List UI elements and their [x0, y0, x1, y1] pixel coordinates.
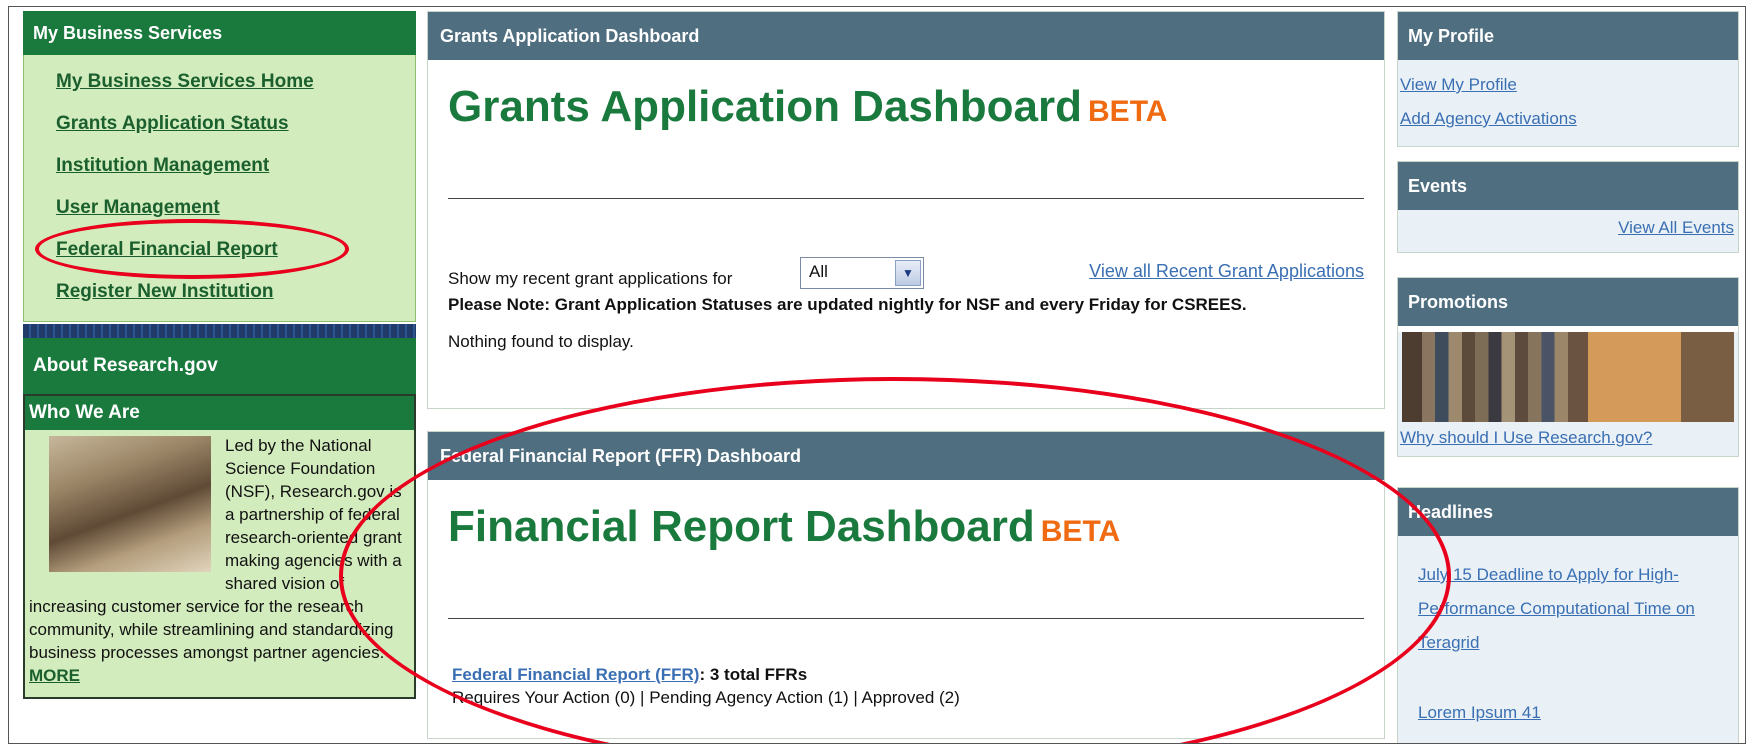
headline-item[interactable]: July 15 Deadline to Apply for High-Perfo… [1418, 558, 1718, 660]
left-column: My Business Services My Business Service… [23, 11, 416, 699]
view-all-events-link[interactable]: View All Events [1402, 218, 1734, 238]
headlines-header: Headlines [1398, 488, 1738, 536]
divider [448, 198, 1364, 199]
beta-badge: BETA [1040, 515, 1121, 548]
grants-dashboard-panel: Grants Application Dashboard Grants Appl… [427, 11, 1385, 409]
business-services-menu: My Business Services Home Grants Applica… [23, 55, 416, 322]
my-profile-header: My Profile [1398, 12, 1738, 60]
why-use-research-gov-link[interactable]: Why should I Use Research.gov? [1398, 428, 1738, 448]
ffr-title-text: Financial Report Dashboard [448, 502, 1035, 551]
menu-item-register-new-institution[interactable]: Register New Institution [24, 271, 415, 313]
menu-item-business-services-home[interactable]: My Business Services Home [24, 61, 415, 103]
view-my-profile-link[interactable]: View My Profile [1400, 68, 1736, 102]
menu-item-grants-application-status[interactable]: Grants Application Status [24, 103, 415, 145]
menu-item-institution-management[interactable]: Institution Management [24, 145, 415, 187]
promotions-header: Promotions [1398, 278, 1738, 326]
decorative-stripe [23, 324, 416, 338]
menu-item-user-management[interactable]: User Management [24, 187, 415, 229]
my-profile-box: My Profile View My Profile Add Agency Ac… [1397, 11, 1739, 147]
ffr-dashboard-panel: Federal Financial Report (FFR) Dashboard… [427, 431, 1385, 739]
grants-panel-header: Grants Application Dashboard [428, 12, 1384, 60]
ffr-summary: Federal Financial Report (FFR): 3 total … [452, 663, 1360, 709]
who-we-are-box: Who We Are Led by the National Science F… [23, 394, 416, 699]
recent-apps-row: Show my recent grant applications for Al… [448, 257, 1364, 289]
recent-apps-select[interactable]: All ▼ [800, 257, 924, 289]
who-we-are-header: Who We Are [25, 394, 414, 430]
status-note: Please Note: Grant Application Statuses … [448, 295, 1247, 314]
show-recent-label: Show my recent grant applications for [448, 269, 733, 288]
menu-item-federal-financial-report[interactable]: Federal Financial Report [24, 229, 415, 271]
headlines-box: Headlines July 15 Deadline to Apply for … [1397, 487, 1739, 743]
business-services-header: My Business Services [23, 11, 416, 55]
grants-title: Grants Application Dashboard BETA [448, 82, 1384, 132]
more-link[interactable]: MORE [29, 666, 80, 685]
team-photo [49, 436, 211, 572]
add-agency-activations-link[interactable]: Add Agency Activations [1400, 102, 1736, 136]
grants-title-text: Grants Application Dashboard [448, 82, 1083, 131]
ffr-status-counts: Requires Your Action (0) | Pending Agenc… [452, 688, 960, 707]
about-header: About Research.gov [23, 338, 416, 394]
promotions-box: Promotions Why should I Use Research.gov… [1397, 277, 1739, 457]
ffr-panel-header: Federal Financial Report (FFR) Dashboard [428, 432, 1384, 480]
ffr-title: Financial Report Dashboard BETA [448, 502, 1384, 552]
select-value: All [809, 262, 828, 281]
chevron-down-icon[interactable]: ▼ [895, 260, 921, 286]
events-header: Events [1398, 162, 1738, 210]
empty-message: Nothing found to display. [448, 332, 634, 351]
events-box: Events View All Events [1397, 161, 1739, 253]
ffr-total: : 3 total FFRs [699, 665, 808, 684]
ffr-link[interactable]: Federal Financial Report (FFR) [452, 665, 699, 684]
view-all-recent-link[interactable]: View all Recent Grant Applications [1089, 261, 1364, 282]
page-frame: My Business Services My Business Service… [8, 6, 1746, 744]
divider [448, 618, 1364, 619]
who-we-are-body: Led by the National Science Foundation (… [25, 430, 414, 697]
headline-item[interactable]: Lorem Ipsum 41 [1418, 696, 1718, 730]
promotion-image[interactable] [1402, 332, 1734, 422]
beta-badge: BETA [1088, 95, 1168, 128]
